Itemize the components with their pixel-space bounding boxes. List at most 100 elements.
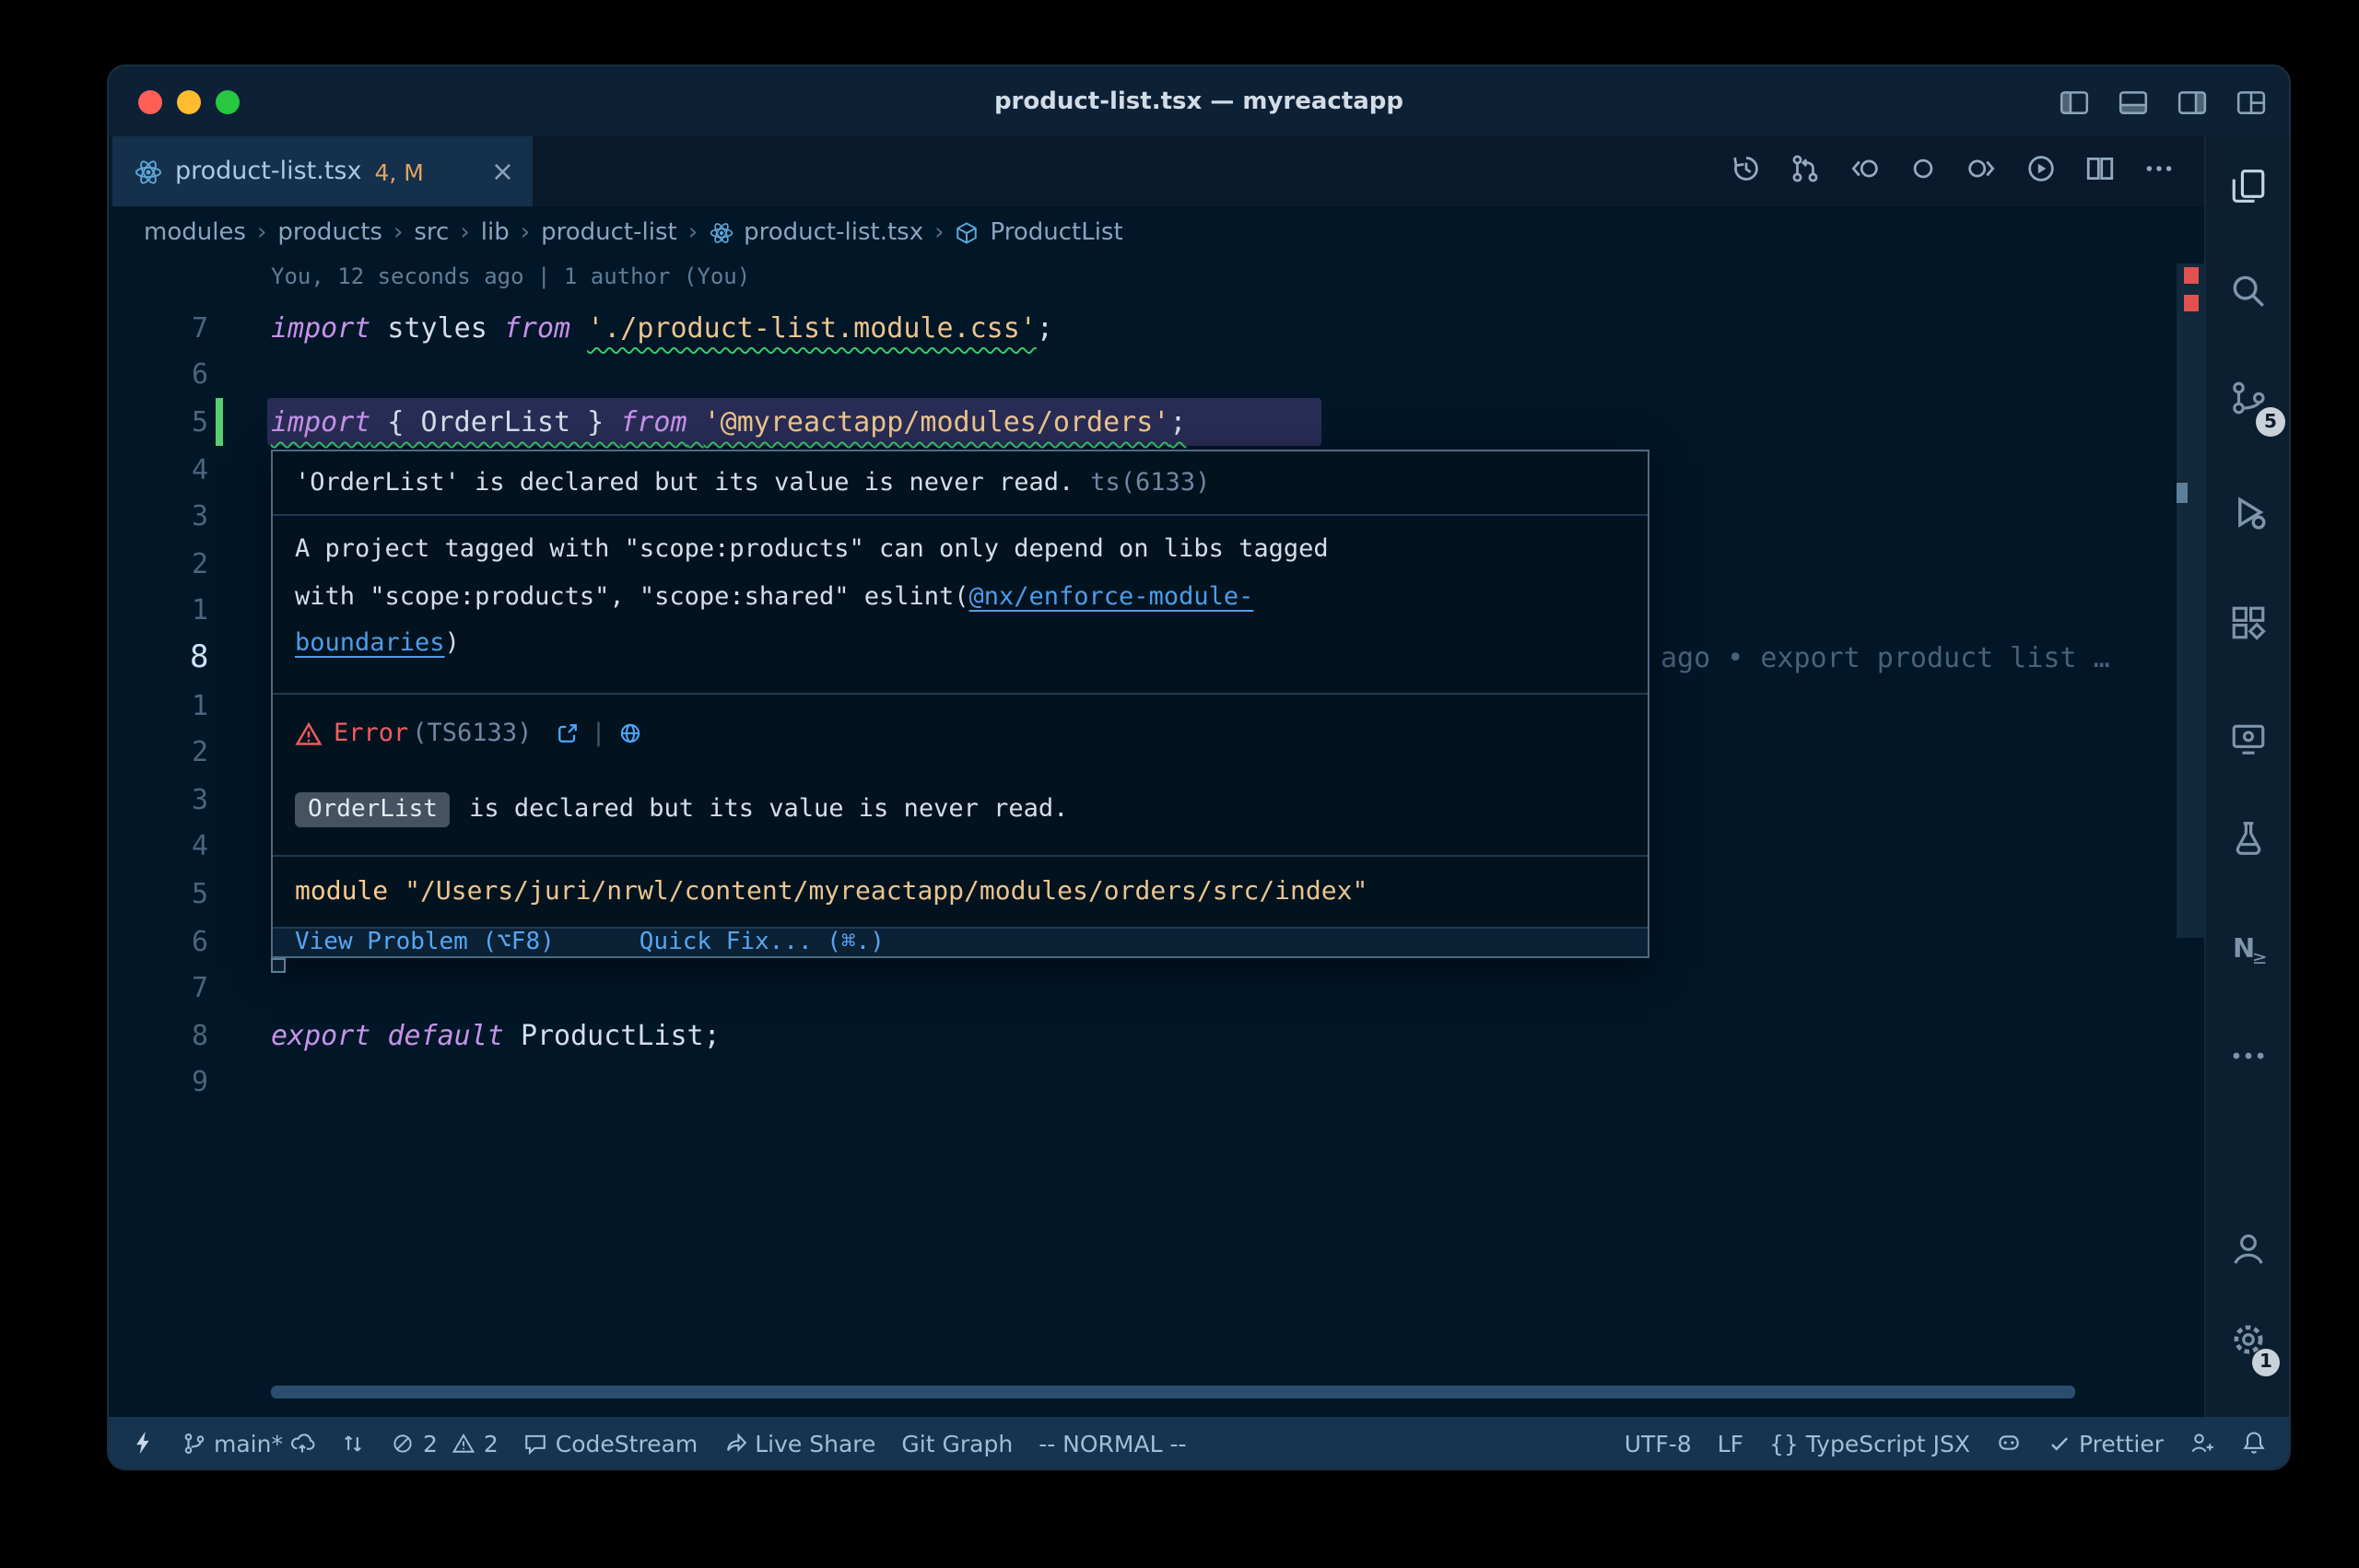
line-number: 7 xyxy=(109,311,208,345)
feedback-icon[interactable] xyxy=(2189,1430,2215,1456)
eslint-rule-link[interactable]: @nx/enforce-module- xyxy=(969,581,1254,611)
module-path: "/Users/juri/nrwl/content/myreactapp/mod… xyxy=(405,877,1367,907)
code-row: 7 import styles from './product-list.mod… xyxy=(109,304,2204,351)
tab-bar: product-list.tsx 4, M × xyxy=(109,136,2204,206)
breadcrumb-item-products[interactable]: products xyxy=(277,218,382,246)
window-title: product-list.tsx — myreactapp xyxy=(109,66,2289,136)
live-share-status[interactable]: Live Share xyxy=(723,1429,875,1457)
code-row: 9 xyxy=(109,1059,2204,1106)
branch-name: main* xyxy=(214,1429,283,1457)
code-line-import-orderlist[interactable]: import { OrderList } from '@myreactapp/m… xyxy=(271,405,1186,439)
git-graph-status[interactable]: Git Graph xyxy=(901,1429,1013,1457)
braces-icon: {} xyxy=(1769,1429,1799,1457)
copilot-icon[interactable] xyxy=(1996,1430,2022,1456)
overview-error-mark xyxy=(2184,295,2199,311)
tab-problem-badge: 4, M xyxy=(374,158,423,185)
separator: | xyxy=(591,719,605,748)
extensions-icon[interactable] xyxy=(2228,603,2267,642)
line-number: 7 xyxy=(109,971,208,1004)
breadcrumb-item-modules[interactable]: modules xyxy=(144,218,246,246)
chevron-right-icon: › xyxy=(521,218,530,246)
screen: product-list.tsx — myreactapp xyxy=(0,0,2359,1568)
run-file-icon[interactable] xyxy=(2025,152,2057,191)
horizontal-scrollbar[interactable] xyxy=(271,1386,2075,1398)
problems-status[interactable]: 2 2 xyxy=(392,1429,499,1457)
eslint-rule-link[interactable]: boundaries xyxy=(295,628,445,658)
tab-close-icon[interactable]: × xyxy=(491,158,514,185)
error-count-icon xyxy=(392,1431,416,1455)
inline-blame-text: ago • export product list … xyxy=(1661,634,2110,682)
breadcrumb-item-product-list[interactable]: product-list xyxy=(541,218,677,246)
react-file-icon xyxy=(709,220,733,244)
hover-resize-grip[interactable] xyxy=(271,958,286,973)
settings-badge: 1 xyxy=(2252,1349,2280,1376)
split-editor-icon[interactable] xyxy=(2084,152,2116,191)
code-row: 5 import { OrderList } from '@myreactapp… xyxy=(109,398,2204,445)
current-line-number: 8 xyxy=(109,639,208,676)
more-actions-icon[interactable] xyxy=(2143,152,2175,191)
vim-mode-indicator[interactable]: -- NORMAL -- xyxy=(1039,1429,1186,1457)
additional-views-icon[interactable] xyxy=(2228,1036,2267,1075)
line-number: 3 xyxy=(109,782,208,815)
breadcrumb-item-lib[interactable]: lib xyxy=(481,218,510,246)
compare-changes-icon[interactable] xyxy=(1790,152,1821,191)
next-change-icon[interactable] xyxy=(1966,152,1998,191)
chevron-right-icon: › xyxy=(688,218,698,246)
error-label: Error xyxy=(334,719,408,748)
code-line-import-styles[interactable]: import styles from './product-list.modul… xyxy=(271,311,1053,345)
line-number: 2 xyxy=(109,547,208,580)
cloud-upload-icon xyxy=(290,1430,316,1456)
language-mode-status[interactable]: {} TypeScript JSX xyxy=(1769,1429,1970,1457)
notifications-bell-icon[interactable] xyxy=(2241,1430,2267,1456)
view-problem-link[interactable]: View Problem (⌥F8) xyxy=(295,929,555,956)
run-debug-icon[interactable] xyxy=(2228,493,2267,532)
line-number: 4 xyxy=(109,830,208,863)
customize-layout-icon[interactable] xyxy=(2236,86,2267,117)
tab-product-list[interactable]: product-list.tsx 4, M × xyxy=(112,136,533,206)
code-line-export-default[interactable]: export default ProductList; xyxy=(271,1018,721,1051)
breadcrumb-item-src[interactable]: src xyxy=(414,218,449,246)
remote-indicator-icon[interactable] xyxy=(131,1430,157,1456)
toggle-panel-icon[interactable] xyxy=(2118,86,2149,117)
error-count: 2 xyxy=(423,1429,438,1457)
search-icon[interactable] xyxy=(2228,272,2267,310)
diagnostic-message: 'OrderList' is declared but its value is… xyxy=(295,468,1074,497)
module-keyword: module xyxy=(295,877,388,907)
changes-icon[interactable] xyxy=(1907,152,1939,191)
line-number: 1 xyxy=(109,688,208,721)
line-number: 6 xyxy=(109,924,208,957)
error-code: (TS6133) xyxy=(412,719,532,748)
encoding-status[interactable]: UTF-8 xyxy=(1625,1429,1692,1457)
toggle-left-sidebar-icon[interactable] xyxy=(2059,86,2090,117)
warning-count-icon xyxy=(452,1431,476,1455)
explorer-icon[interactable] xyxy=(2228,167,2267,205)
open-docs-icon[interactable] xyxy=(554,720,580,746)
git-branch-status[interactable]: main* xyxy=(182,1429,316,1457)
line-number: 5 xyxy=(109,877,208,910)
line-number: 5 xyxy=(109,405,208,439)
breadcrumb-item-symbol[interactable]: ProductList xyxy=(991,218,1123,246)
chevron-right-icon: › xyxy=(257,218,266,246)
testing-beaker-icon[interactable] xyxy=(2228,819,2267,858)
eol-status[interactable]: LF xyxy=(1718,1429,1743,1457)
prettier-status[interactable]: Prettier xyxy=(2048,1429,2164,1457)
toggle-right-sidebar-icon[interactable] xyxy=(2177,86,2208,117)
compare-refs-icon[interactable] xyxy=(342,1431,366,1455)
rule-web-icon[interactable] xyxy=(617,720,643,746)
breadcrumb-item-file[interactable]: product-list.tsx xyxy=(744,218,923,246)
nx-console-icon[interactable]: N≥ xyxy=(2228,930,2267,968)
svg-text:≥: ≥ xyxy=(2251,947,2266,968)
breadcrumb: modules › products › src › lib › product… xyxy=(109,206,2204,258)
codelens-blame[interactable]: You, 12 seconds ago | 1 author (You) xyxy=(271,263,750,289)
codestream-status[interactable]: CodeStream xyxy=(524,1429,698,1457)
prev-change-icon[interactable] xyxy=(1848,152,1880,191)
quick-fix-link[interactable]: Quick Fix... (⌘.) xyxy=(640,929,885,956)
tab-label: product-list.tsx xyxy=(175,157,361,186)
check-icon xyxy=(2048,1431,2071,1455)
timeline-icon[interactable] xyxy=(1731,152,1762,191)
account-icon[interactable] xyxy=(2228,1230,2267,1269)
code-editor[interactable]: You, 12 seconds ago | 1 author (You) 7 i… xyxy=(109,258,2204,1417)
remote-explorer-icon[interactable] xyxy=(2228,720,2267,758)
scrollbar-slider[interactable] xyxy=(2177,263,2204,938)
overview-error-mark xyxy=(2184,267,2199,284)
